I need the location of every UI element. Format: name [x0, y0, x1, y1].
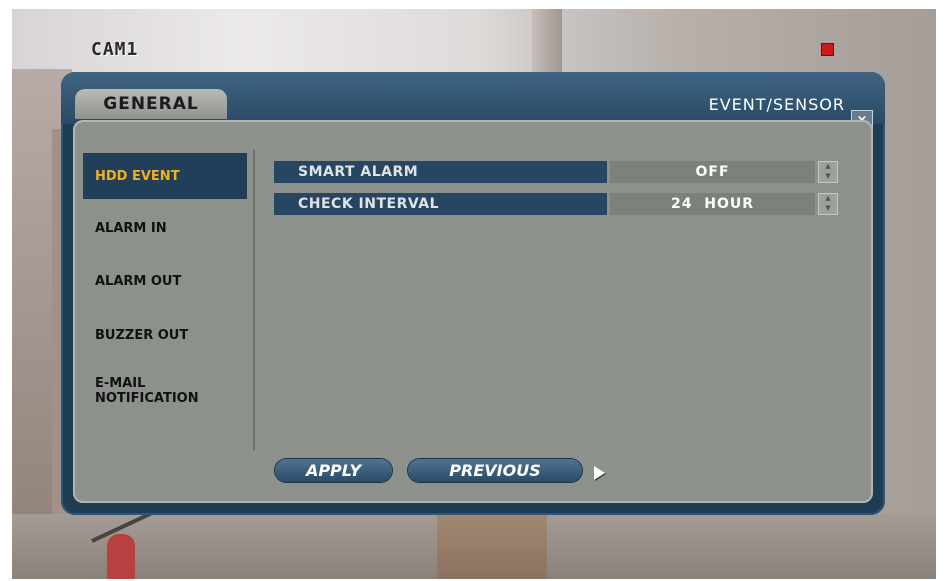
setting-label: CHECK INTERVAL	[274, 193, 607, 215]
mouse-cursor-icon	[594, 466, 605, 480]
record-indicator-icon	[821, 43, 834, 56]
background-person	[107, 534, 135, 579]
dialog-title: EVENT/SENSOR	[708, 95, 845, 114]
check-interval-select[interactable]: 24 HOUR	[610, 193, 815, 215]
settings-panel: HDD EVENT ALARM IN ALARM OUT BUZZER OUT …	[73, 120, 873, 503]
menu-item-alarm-out[interactable]: ALARM OUT	[83, 274, 247, 289]
arrow-down-icon[interactable]: ▼	[819, 172, 837, 182]
background-box	[437, 509, 547, 579]
arrow-up-icon[interactable]: ▲	[819, 194, 837, 204]
check-interval-spinner[interactable]: ▲ ▼	[818, 193, 838, 215]
camera-label: CAM1	[91, 39, 139, 60]
menu-divider	[253, 150, 255, 450]
menu-item-alarm-in[interactable]: ALARM IN	[83, 221, 247, 236]
smart-alarm-select[interactable]: OFF	[610, 161, 815, 183]
setting-label: SMART ALARM	[274, 161, 607, 183]
previous-button[interactable]: PREVIOUS	[408, 459, 582, 482]
apply-button[interactable]: APPLY	[275, 459, 392, 482]
smart-alarm-spinner[interactable]: ▲ ▼	[818, 161, 838, 183]
arrow-up-icon[interactable]: ▲	[819, 162, 837, 172]
tab-general[interactable]: GENERAL	[75, 89, 227, 119]
arrow-down-icon[interactable]: ▼	[819, 204, 837, 214]
setting-row-check-interval: CHECK INTERVAL 24 HOUR ▲ ▼	[274, 193, 838, 215]
menu-item-hdd-event[interactable]: HDD EVENT	[83, 153, 247, 199]
menu-item-buzzer-out[interactable]: BUZZER OUT	[83, 328, 247, 343]
setting-row-smart-alarm: SMART ALARM OFF ▲ ▼	[274, 161, 838, 183]
event-sensor-dialog: GENERAL EVENT/SENSOR × HDD EVENT ALARM I…	[61, 72, 885, 515]
menu-item-email-notification[interactable]: E-MAIL NOTIFICATION	[83, 376, 223, 406]
